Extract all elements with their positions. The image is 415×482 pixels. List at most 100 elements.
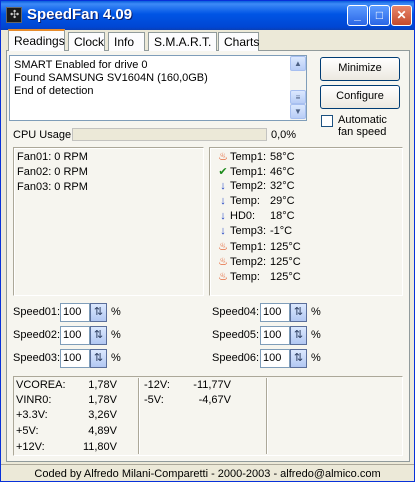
temp-name: Temp2:: [230, 256, 267, 268]
temp-value: 58°C: [270, 151, 295, 163]
voltage-name: +5V:: [16, 425, 39, 437]
scroll-down-icon[interactable]: ▼: [290, 104, 306, 119]
percent-label: %: [311, 329, 321, 341]
speed05-label: Speed05:: [212, 329, 260, 341]
fan-glyph: ✣: [10, 9, 20, 21]
voltage-row: +12V: 11,80V: [16, 441, 117, 453]
automatic-fan-speed-checkbox[interactable]: [321, 115, 333, 127]
temp-value: 125°C: [270, 241, 301, 253]
speed04-input[interactable]: 100: [260, 303, 290, 322]
temp-name: Temp1:: [230, 241, 267, 253]
percent-label: %: [311, 306, 321, 318]
voltage-divider: [138, 378, 140, 454]
tab-clock[interactable]: Clock: [68, 32, 105, 51]
percent-label: %: [111, 329, 121, 341]
speed05-spin-icon[interactable]: ⇅: [290, 326, 307, 345]
temp-row: ↓ Temp3: -1°C: [216, 225, 292, 240]
flame-icon: ♨: [218, 151, 228, 163]
arrow-down-icon: ↓: [220, 195, 226, 207]
temp-name: Temp2:: [230, 180, 267, 192]
temp-row: ↓ Temp2: 32°C: [216, 180, 295, 195]
tab-info[interactable]: Info: [108, 32, 145, 51]
tab-smart[interactable]: S.M.A.R.T.: [148, 32, 217, 51]
speed02-input[interactable]: 100: [60, 326, 90, 345]
voltage-divider: [266, 378, 268, 454]
fan-reading: Fan03: 0 RPM: [17, 181, 88, 193]
speed02-label: Speed02:: [13, 329, 61, 341]
voltage-value: 1,78V: [88, 379, 117, 391]
flame-icon: ♨: [218, 241, 228, 253]
maximize-window-button[interactable]: □: [369, 5, 390, 26]
log-line: SMART Enabled for drive 0: [14, 59, 148, 71]
minimize-window-button[interactable]: _: [347, 5, 368, 26]
voltage-row: +3.3V: 3,26V: [16, 409, 117, 421]
detection-log[interactable]: SMART Enabled for drive 0 Found SAMSUNG …: [9, 55, 307, 121]
speed04-spin-icon[interactable]: ⇅: [290, 303, 307, 322]
temp-name: Temp3:: [230, 225, 267, 237]
arrow-down-icon: ↓: [220, 225, 226, 237]
fans-panel: Fan01: 0 RPM Fan02: 0 RPM Fan03: 0 RPM: [13, 147, 204, 296]
speed06-label: Speed06:: [212, 352, 260, 364]
log-line: End of detection: [14, 85, 94, 97]
tab-strip: Readings Clock Info S.M.A.R.T. Charts: [6, 29, 411, 51]
temperatures-panel: ♨ Temp1: 58°C ✔ Temp1: 46°C ↓ Temp2: 32°C ↓ Tem…: [209, 147, 403, 296]
speed03-spin-icon[interactable]: ⇅: [90, 349, 107, 368]
flame-icon: ♨: [218, 256, 228, 268]
fan-icon[interactable]: ✣: [6, 7, 22, 23]
cpu-usage-label: CPU Usage: [13, 129, 72, 141]
arrow-down-icon: ↓: [220, 210, 226, 222]
temp-value: 125°C: [270, 256, 301, 268]
temp-row: ♨ Temp1: 125°C: [216, 240, 301, 255]
speed06-spin-icon[interactable]: ⇅: [290, 349, 307, 368]
voltage-value: 3,26V: [88, 409, 117, 421]
tab-readings[interactable]: Readings: [8, 29, 65, 51]
temp-value: -1°C: [270, 225, 293, 237]
log-line: Found SAMSUNG SV1604N (160,0GB): [14, 72, 208, 84]
voltage-row: +5V: 4,89V: [16, 425, 117, 437]
scroll-thumb[interactable]: ≡: [290, 90, 306, 104]
automatic-fan-speed-label[interactable]: Automatic fan speed: [338, 114, 398, 138]
cpu-usage-value: 0,0%: [271, 129, 297, 141]
temp-name: Temp1:: [230, 166, 267, 178]
fan-reading: Fan01: 0 RPM: [17, 151, 88, 163]
voltage-value: 1,78V: [88, 394, 117, 406]
voltage-value: 4,89V: [88, 425, 117, 437]
temp-value: 32°C: [270, 180, 295, 192]
voltage-row: VCOREA: 1,78V: [16, 379, 117, 391]
speed01-spin-icon[interactable]: ⇅: [90, 303, 107, 322]
temp-name: Temp:: [230, 271, 260, 283]
close-window-button[interactable]: ✕: [391, 5, 412, 26]
temp-row: ♨ Temp2: 125°C: [216, 255, 301, 270]
speed05-input[interactable]: 100: [260, 326, 290, 345]
temp-row: ↓ Temp: 29°C: [216, 195, 294, 210]
temp-row: ♨ Temp1: 58°C: [216, 150, 295, 165]
speedfan-window: ✣ SpeedFan 4.09 _ □ ✕ Readings Clock Inf…: [0, 0, 415, 482]
status-bar: Coded by Alfredo Milani-Comparetti - 200…: [1, 464, 414, 481]
voltage-value: 11,80V: [82, 441, 117, 453]
voltage-row: -12V: -11,77V: [144, 379, 231, 391]
voltage-name: -12V:: [144, 379, 170, 391]
log-scrollbar[interactable]: ▲ ≡ ▼: [290, 56, 306, 120]
voltage-row: -5V: -4,67V: [144, 394, 231, 406]
speed02-spin-icon[interactable]: ⇅: [90, 326, 107, 345]
scroll-up-icon[interactable]: ▲: [290, 56, 306, 71]
title-bar[interactable]: ✣ SpeedFan 4.09 _ □ ✕: [1, 1, 414, 30]
speed03-input[interactable]: 100: [60, 349, 90, 368]
voltage-name: -5V:: [144, 394, 164, 406]
voltage-row: VINR0: 1,78V: [16, 394, 117, 406]
arrow-down-icon: ↓: [220, 180, 226, 192]
temp-name: HD0:: [230, 210, 256, 222]
tab-charts[interactable]: Charts: [218, 32, 259, 51]
minimize-button[interactable]: Minimize: [320, 57, 400, 81]
percent-label: %: [311, 352, 321, 364]
temp-value: 46°C: [270, 166, 295, 178]
voltage-name: VINR0:: [16, 394, 52, 406]
check-icon: ✔: [218, 166, 228, 178]
speed06-input[interactable]: 100: [260, 349, 290, 368]
cpu-usage-bar: [72, 128, 267, 141]
configure-button[interactable]: Configure: [320, 85, 400, 109]
temp-row: ♨ Temp: 125°C: [216, 270, 301, 285]
temp-row: ↓ HD0: 18°C: [216, 210, 294, 225]
window-title: SpeedFan 4.09: [27, 6, 133, 23]
speed01-input[interactable]: 100: [60, 303, 90, 322]
